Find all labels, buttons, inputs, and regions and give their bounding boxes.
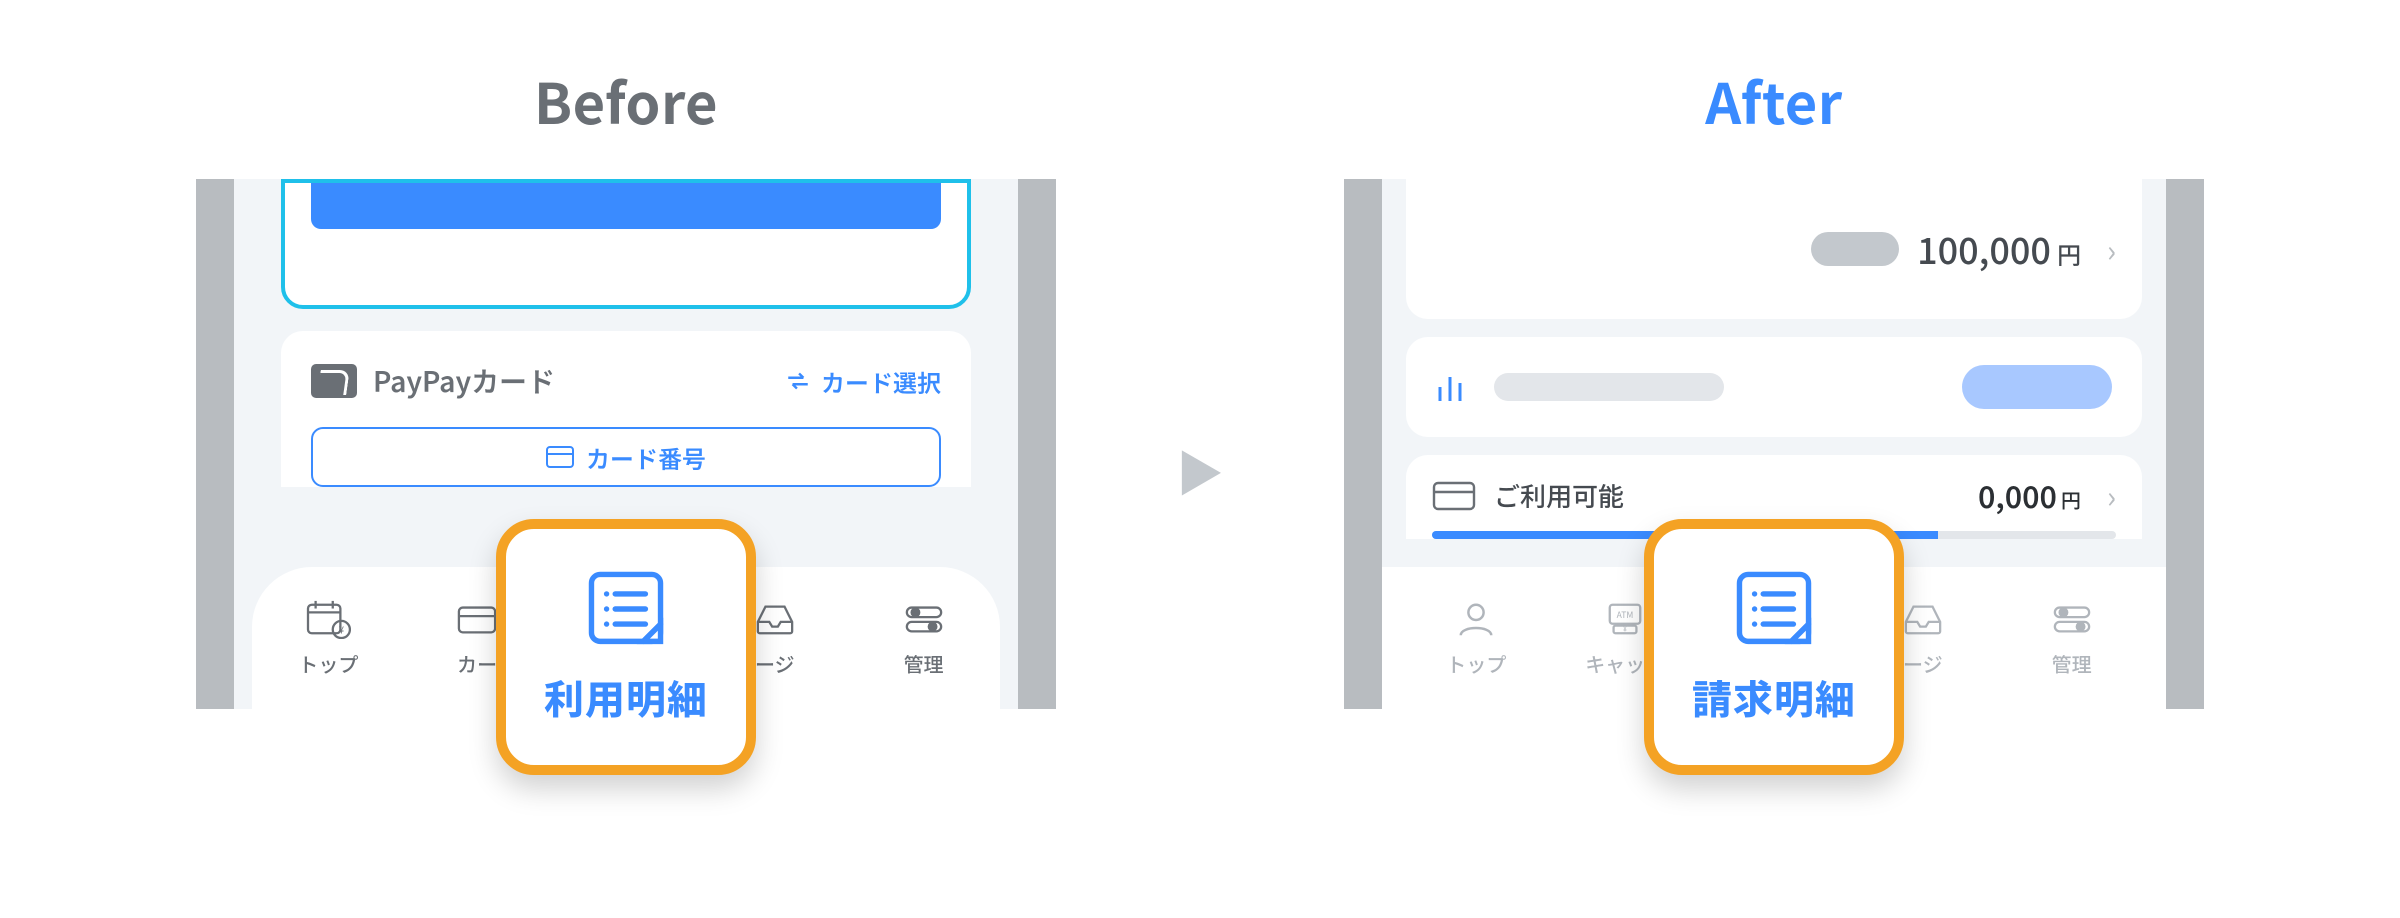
inbox-icon: [1900, 599, 1946, 639]
statement-icon: [582, 568, 670, 650]
balance-row[interactable]: 100,000円 ›: [1406, 179, 2142, 319]
phone-bezel-right: [1018, 179, 1056, 709]
after-pane: After 100,000円 ›: [1314, 60, 2234, 709]
sliders-icon: [901, 599, 947, 639]
available-top: ご利用可能 0,000 円 ›: [1432, 473, 2116, 517]
card-switch-link[interactable]: カード選択: [785, 364, 941, 399]
card-number-button[interactable]: カード番号: [311, 427, 941, 487]
tab-label: 管理: [904, 649, 944, 678]
before-phone-frame: PayPayカード カード選択: [196, 179, 1056, 709]
statement-icon: [1730, 568, 1818, 650]
available-amount: 0,000 円: [1978, 473, 2081, 517]
hero-primary-button[interactable]: [311, 183, 941, 229]
before-heading: Before: [534, 60, 718, 141]
svg-text:¥: ¥: [1623, 623, 1627, 633]
before-callout[interactable]: 利用明細: [496, 519, 756, 775]
phone-bezel-right: [2166, 179, 2204, 709]
brand-name: PayPayカード: [373, 361, 555, 401]
svg-text:¥: ¥: [339, 622, 345, 636]
card-switch-label: カード選択: [821, 364, 941, 399]
tab-label: 管理: [2052, 649, 2092, 678]
blue-pill-button[interactable]: [1962, 365, 2112, 409]
brand-row: PayPayカード: [311, 361, 555, 401]
available-unit: 円: [2061, 485, 2081, 514]
after-heading: After: [1705, 60, 1842, 141]
available-label: ご利用可能: [1494, 477, 1960, 514]
bar-chart-icon: [1436, 371, 1472, 403]
tab-label: ージ: [1903, 649, 1943, 678]
comparison-stage: Before PayPayカード: [0, 0, 2400, 709]
swap-icon: [785, 368, 811, 394]
card-outline-icon: [454, 599, 500, 639]
tab-manage[interactable]: 管理: [864, 599, 984, 678]
placeholder-line: [1494, 373, 1724, 401]
balance-value: 100,000: [1917, 223, 2051, 275]
card-header: PayPayカード カード選択: [311, 361, 941, 401]
after-callout[interactable]: 請求明細: [1644, 519, 1904, 775]
inbox-icon: [752, 599, 798, 639]
person-icon: [1453, 599, 1499, 639]
tab-top[interactable]: トップ: [1416, 599, 1536, 678]
tab-top[interactable]: ¥ トップ: [268, 599, 388, 678]
balance-amount: 100,000円: [1917, 223, 2081, 275]
tab-manage[interactable]: 管理: [2012, 599, 2132, 678]
balance-unit: 円: [2057, 236, 2081, 271]
before-hero-card: [281, 179, 971, 309]
tab-label: カー: [457, 649, 497, 678]
paypay-logo-icon: [311, 364, 357, 398]
atm-icon: ATM ¥: [1602, 599, 1648, 639]
calendar-yen-icon: ¥: [305, 599, 351, 639]
svg-text:ATM: ATM: [1617, 609, 1634, 621]
chart-row[interactable]: [1406, 337, 2142, 437]
after-phone-frame: 100,000円 ›: [1344, 179, 2204, 709]
available-value: 0,000: [1978, 473, 2057, 517]
phone-bezel-left: [1344, 179, 1382, 709]
grey-pill-placeholder: [1811, 232, 1899, 266]
after-stack: 100,000円 ›: [1382, 179, 2166, 539]
card-icon: [546, 446, 574, 468]
arrow-separator-icon: ▶: [1176, 435, 1224, 505]
phone-bezel-left: [196, 179, 234, 709]
before-card-panel: PayPayカード カード選択: [281, 331, 971, 487]
tab-label: ージ: [755, 649, 795, 678]
after-callout-label: 請求明細: [1692, 668, 1856, 726]
chevron-right-icon: ›: [2107, 227, 2116, 271]
tab-label: トップ: [1446, 649, 1506, 678]
before-pane: Before PayPayカード: [166, 60, 1086, 709]
card-number-label: カード番号: [586, 440, 706, 475]
before-callout-label: 利用明細: [544, 668, 708, 726]
sliders-icon: [2049, 599, 2095, 639]
chevron-right-icon: ›: [2107, 473, 2116, 517]
tab-label: トップ: [298, 649, 358, 678]
card-outline-icon: [1432, 479, 1476, 511]
